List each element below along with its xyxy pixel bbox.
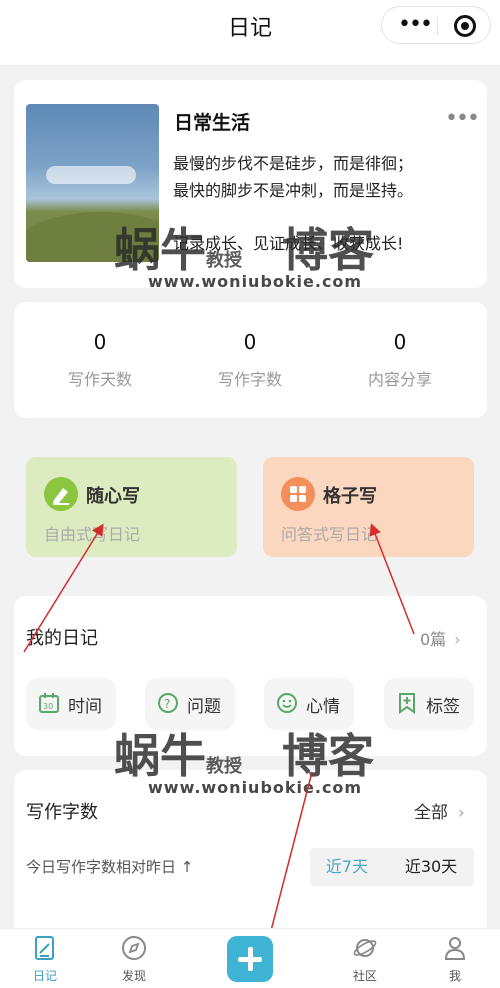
nav-bar: 日记 •••	[0, 0, 500, 66]
chevron-right-icon: ›	[458, 803, 465, 823]
grid-write-title: 格子写	[323, 486, 377, 507]
stat-label: 写作字数	[217, 370, 282, 389]
pen-icon	[44, 477, 78, 511]
stat-writing-words: 0 写作字数	[171, 330, 329, 390]
my-diary-count[interactable]: 0篇 ›	[420, 626, 461, 650]
more-icon[interactable]: •••	[398, 14, 433, 36]
stat-content-share: 0 内容分享	[321, 330, 479, 390]
watermark-brand-2: 蜗牛教授 博客	[114, 720, 374, 786]
chip-label: 问题	[187, 697, 221, 717]
seg-30-days[interactable]: 近30天	[392, 852, 470, 882]
stat-label: 写作天数	[67, 370, 132, 389]
my-diary-count-text: 0篇	[420, 630, 447, 649]
watermark-brand-b: 教授	[206, 250, 242, 271]
word-count-filter-text: 全部	[414, 803, 448, 823]
smile-icon	[276, 692, 298, 714]
free-write-title: 随心写	[86, 486, 140, 507]
watermark-brand: 蜗牛教授 博客	[114, 214, 374, 280]
chip-label: 心情	[306, 697, 340, 717]
tab-diary[interactable]: 日记	[15, 935, 75, 984]
watermark-brand-c: 博客	[282, 223, 374, 277]
svg-text:30: 30	[43, 702, 53, 711]
tab-community[interactable]: 社区	[335, 935, 395, 984]
chevron-right-icon: ›	[454, 630, 461, 649]
stat-value: 0	[243, 330, 257, 354]
word-count-compare: 今日写作字数相对昨日 ↑	[26, 858, 194, 876]
grid-icon	[281, 477, 315, 511]
capsule-divider	[437, 17, 438, 35]
tab-label: 日记	[32, 969, 57, 983]
tab-label: 社区	[352, 969, 377, 983]
range-segmented-control: 近7天 近30天	[310, 848, 474, 886]
tab-label: 发现	[121, 969, 146, 983]
diary-motto-line-1: 最慢的步伐不是硅步，而是徘徊；	[173, 154, 414, 173]
watermark-brand-b: 教授	[206, 756, 242, 777]
svg-text:?: ?	[164, 697, 170, 711]
word-count-filter[interactable]: 全部 ›	[414, 798, 465, 823]
question-icon: ?	[157, 692, 179, 714]
writing-stats-card: 0 写作天数 0 写作字数 0 内容分享	[14, 302, 487, 418]
tab-label: 我	[448, 969, 461, 983]
filter-chip-tag[interactable]: 标签	[384, 678, 474, 730]
watermark-url-2: www.woniubokie.com	[148, 778, 363, 797]
cover-cloud	[46, 166, 136, 184]
word-count-card: 写作字数 全部 › 今日写作字数相对昨日 ↑ 近7天 近30天	[14, 770, 487, 950]
diary-icon	[32, 935, 58, 961]
watermark-brand-a: 蜗牛	[114, 223, 206, 277]
seg-7-days[interactable]: 近7天	[314, 852, 380, 882]
watermark-brand-c: 博客	[282, 729, 374, 783]
diary-more-icon[interactable]: •••	[445, 106, 480, 131]
planet-icon	[352, 935, 378, 961]
free-write-subtitle: 自由式写日记	[44, 525, 141, 544]
close-target-icon[interactable]	[454, 15, 476, 37]
grid-write-button[interactable]: 格子写 问答式写日记	[263, 457, 474, 557]
diary-title: 日常生活	[174, 112, 251, 134]
user-icon	[442, 935, 468, 961]
chip-label: 标签	[426, 697, 460, 717]
watermark-url: www.woniubokie.com	[148, 272, 363, 291]
filter-chip-time[interactable]: 30 时间	[26, 678, 116, 730]
my-diary-title: 我的日记	[26, 628, 98, 649]
stat-value: 0	[393, 330, 407, 354]
chip-label: 时间	[68, 697, 102, 717]
calendar-icon: 30	[38, 692, 60, 714]
stat-writing-days: 0 写作天数	[21, 330, 179, 390]
word-count-title: 写作字数	[26, 802, 98, 823]
compass-icon	[121, 935, 147, 961]
stat-value: 0	[93, 330, 107, 354]
stat-label: 内容分享	[367, 370, 432, 389]
tab-me[interactable]: 我	[425, 935, 485, 984]
diary-motto-line-2: 最快的脚步不是冲刺，而是坚持。	[173, 181, 414, 200]
add-diary-button[interactable]	[227, 936, 273, 982]
free-write-button[interactable]: 随心写 自由式写日记	[26, 457, 237, 557]
watermark-brand-a: 蜗牛	[114, 729, 206, 783]
tab-discover[interactable]: 发现	[104, 935, 164, 984]
grid-write-subtitle: 问答式写日记	[281, 525, 378, 544]
tag-icon	[396, 692, 418, 714]
mini-program-capsule: •••	[381, 6, 491, 44]
